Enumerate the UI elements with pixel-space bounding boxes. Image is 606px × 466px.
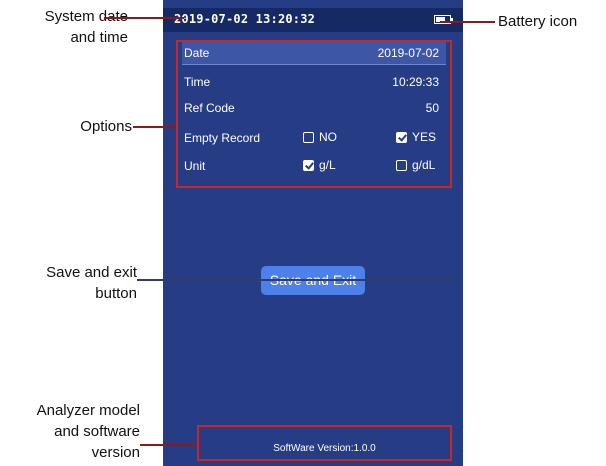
option-date-label: Date (184, 46, 210, 60)
option-empty-record: Empty Record NO YES (182, 127, 446, 149)
unit-gdl-label: g/dL (412, 158, 436, 172)
leader-version (140, 444, 197, 446)
unit-gdl-checkbox[interactable]: g/dL (396, 158, 435, 172)
option-unit: Unit g/L g/dL (182, 155, 446, 177)
option-time[interactable]: Time 10:29:33 (182, 71, 446, 93)
unchecked-box-icon (303, 131, 314, 143)
empty-record-no-label: NO (319, 130, 337, 144)
system-datetime: 2019-07-02 13:20:32 (174, 12, 316, 26)
status-bar: 2019-07-02 13:20:32 (163, 8, 463, 32)
option-date[interactable]: Date 2019-07-02 (182, 42, 446, 65)
option-ref-code[interactable]: Ref Code 50 (182, 97, 446, 119)
option-time-value: 10:29:33 (392, 75, 439, 89)
empty-record-yes-checkbox[interactable]: YES (396, 130, 436, 144)
leader-options (133, 126, 176, 128)
callout-version: Analyzer model and software version (36, 402, 140, 461)
unit-gl-label: g/L (319, 158, 336, 172)
software-version: SoftWare Version:1.0.0 (273, 443, 376, 454)
leader-battery (440, 21, 495, 23)
empty-record-yes-label: YES (412, 130, 437, 144)
option-empty-record-label: Empty Record (184, 131, 261, 145)
unit-gl-checkbox[interactable]: g/L (303, 158, 336, 172)
option-time-label: Time (184, 75, 211, 89)
checked-box-icon (396, 131, 407, 143)
empty-record-no-checkbox[interactable]: NO (303, 130, 337, 144)
option-ref-code-value: 50 (425, 101, 439, 115)
option-ref-code-label: Ref Code (184, 101, 235, 115)
option-date-value: 2019-07-02 (377, 46, 439, 60)
callout-save: Save and exit button (46, 264, 137, 302)
unchecked-box-icon (396, 159, 407, 171)
leader-datetime (104, 17, 184, 19)
checked-box-icon (303, 159, 314, 171)
option-unit-label: Unit (184, 159, 206, 173)
callout-datetime: System date and time (44, 8, 128, 46)
callout-battery: Battery icon (498, 13, 578, 30)
callout-options: Options (80, 118, 132, 135)
leader-save (137, 279, 454, 281)
